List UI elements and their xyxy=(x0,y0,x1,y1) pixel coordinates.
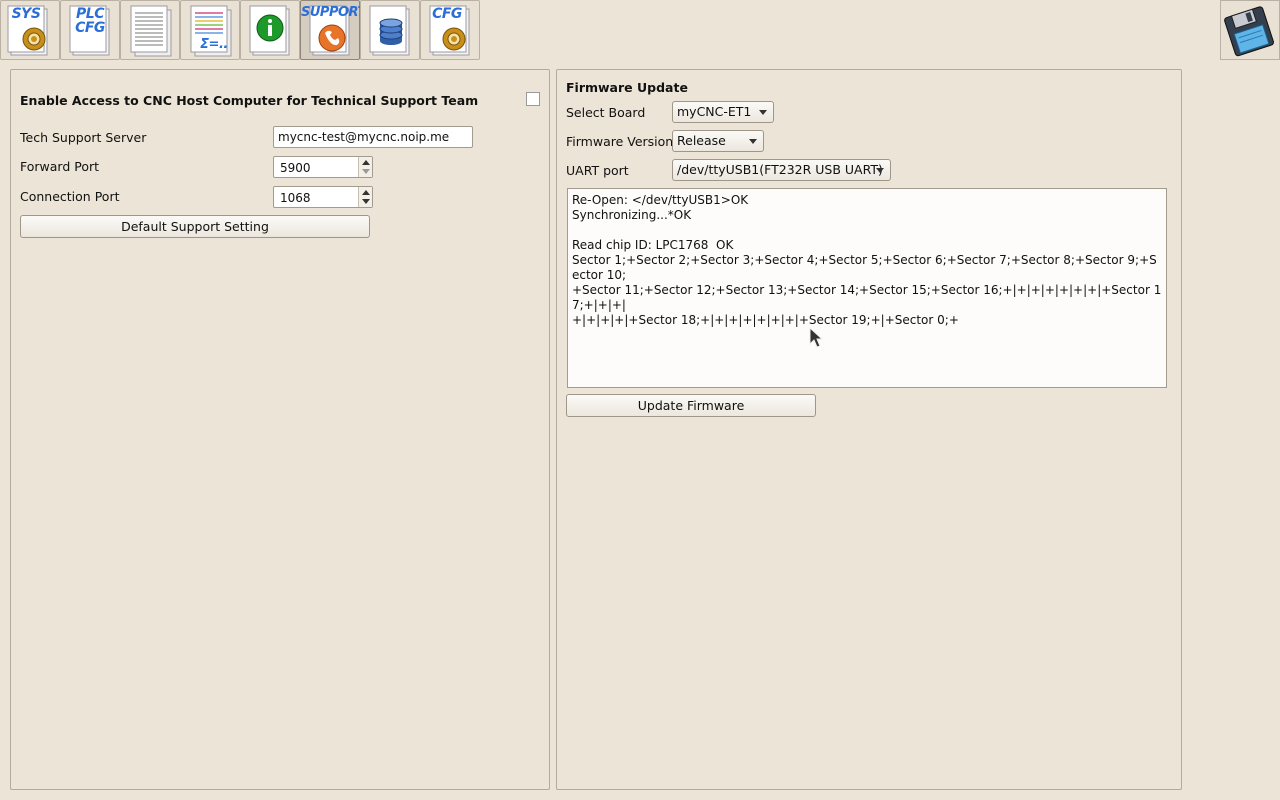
gear-icon xyxy=(442,27,466,51)
enable-access-checkbox[interactable] xyxy=(526,92,540,106)
info-page-icon xyxy=(249,5,290,56)
tab-plc-label-2: CFG xyxy=(75,20,105,36)
floppy-disk-icon xyxy=(1224,6,1274,57)
spin-up-icon[interactable] xyxy=(362,160,370,165)
database-page-icon xyxy=(369,5,410,56)
forward-port-spinbox[interactable]: 5900 xyxy=(273,156,373,178)
connection-port-arrows[interactable] xyxy=(358,187,372,207)
chevron-down-icon xyxy=(759,110,767,115)
tech-support-server-input[interactable] xyxy=(273,126,473,148)
default-support-setting-button[interactable]: Default Support Setting xyxy=(20,215,370,238)
document-icon xyxy=(130,5,172,57)
firmware-version-label: Firmware Version xyxy=(566,134,674,149)
tab-sys-label: SYS xyxy=(11,6,41,22)
connection-port-value: 1068 xyxy=(280,191,311,205)
select-board-dropdown[interactable]: myCNC-ET1 xyxy=(672,101,774,123)
chevron-down-icon xyxy=(749,139,757,144)
info-icon xyxy=(256,14,284,42)
connection-port-spinbox[interactable]: 1068 xyxy=(273,186,373,208)
firmware-log-textarea[interactable]: Re-Open: </dev/ttyUSB1>OK Synchronizing.… xyxy=(567,188,1167,388)
tab-formula-label: Σ=.. xyxy=(200,37,228,52)
select-board-label: Select Board xyxy=(566,105,646,120)
tab-document[interactable] xyxy=(120,0,180,60)
uart-port-value: /dev/ttyUSB1(FT232R USB UART) xyxy=(677,162,883,177)
connection-port-label: Connection Port xyxy=(20,189,120,204)
tab-plc-cfg[interactable]: PLC CFG xyxy=(60,0,120,60)
support-panel: Enable Access to CNC Host Computer for T… xyxy=(10,69,550,790)
firmware-version-dropdown[interactable]: Release xyxy=(672,130,764,152)
mouse-cursor-icon xyxy=(809,327,823,348)
tab-sys[interactable]: SYS xyxy=(0,0,60,60)
forward-port-value: 5900 xyxy=(280,161,311,175)
tab-support[interactable]: SUPPORT xyxy=(300,0,366,60)
tab-support-label: SUPPORT xyxy=(301,5,366,20)
enable-access-label: Enable Access to CNC Host Computer for T… xyxy=(20,93,479,108)
spin-down-icon[interactable] xyxy=(362,199,370,204)
save-button[interactable] xyxy=(1220,0,1280,60)
tab-info[interactable] xyxy=(240,0,300,60)
forward-port-label: Forward Port xyxy=(20,159,100,174)
spin-down-icon[interactable] xyxy=(362,169,370,174)
chevron-down-icon xyxy=(876,168,884,173)
select-board-value: myCNC-ET1 xyxy=(677,104,752,119)
formula-icon xyxy=(190,5,232,57)
firmware-version-value: Release xyxy=(677,133,726,148)
uart-port-label: UART port xyxy=(566,163,629,178)
firmware-update-title: Firmware Update xyxy=(566,80,688,95)
firmware-panel: Firmware Update Select Board myCNC-ET1 F… xyxy=(556,69,1182,790)
tab-plc-label-1: PLC xyxy=(76,6,104,22)
toolbar: SYS PLC CFG Σ=.. SUPPORT CFG xyxy=(0,0,1280,62)
tech-support-server-label: Tech Support Server xyxy=(20,130,147,145)
forward-port-arrows[interactable] xyxy=(358,157,372,177)
spin-up-icon[interactable] xyxy=(362,190,370,195)
tab-cfg-label: CFG xyxy=(432,6,462,22)
gear-icon xyxy=(22,27,46,51)
update-firmware-button[interactable]: Update Firmware xyxy=(566,394,816,417)
uart-port-dropdown[interactable]: /dev/ttyUSB1(FT232R USB UART) xyxy=(672,159,891,181)
tab-cfg[interactable]: CFG xyxy=(420,0,480,60)
tab-database[interactable] xyxy=(360,0,420,60)
tab-formula[interactable]: Σ=.. xyxy=(180,0,240,60)
database-icon xyxy=(379,18,403,45)
phone-icon xyxy=(318,24,346,52)
